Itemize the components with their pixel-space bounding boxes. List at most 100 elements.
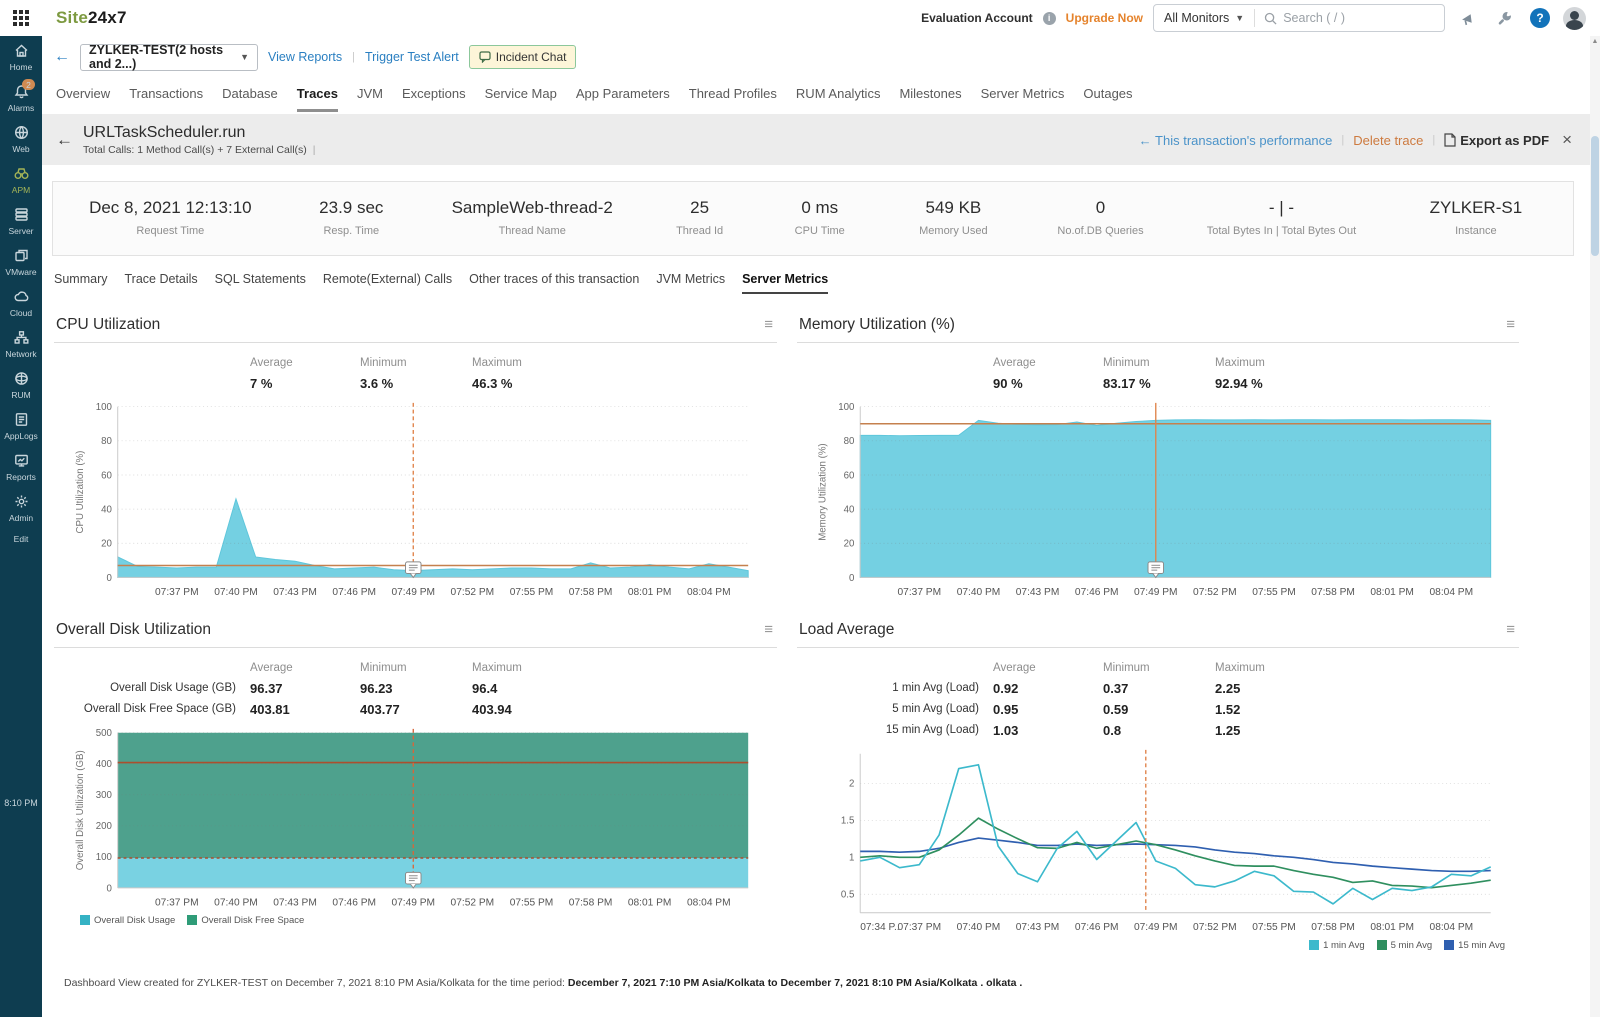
cpu-utilization-chart[interactable]: 0 20 40 60 80 100 07:37 PM 07:40 PM 07:43 PM 07:4… — [54, 397, 777, 603]
panel-menu-icon[interactable]: ≡ — [764, 622, 773, 637]
svg-text:07:37 PM: 07:37 PM — [898, 922, 942, 933]
tab-thread-profiles[interactable]: Thread Profiles — [689, 86, 777, 112]
monitor-select[interactable]: ZYLKER-TEST(2 hosts and 2...) ▼ — [80, 43, 258, 71]
subtab-jvm-metrics[interactable]: JVM Metrics — [656, 272, 725, 294]
svg-text:07:58 PM: 07:58 PM — [569, 897, 613, 908]
trace-back-arrow-icon[interactable]: ← — [56, 130, 73, 150]
info-icon[interactable]: i — [1042, 11, 1056, 25]
svg-text:07:55 PM: 07:55 PM — [1252, 922, 1296, 933]
sidebar-item-server[interactable]: Server — [0, 200, 42, 241]
load-average-chart[interactable]: 0.5 1 1.5 2 07:34 P..07:37 PM 07:40 PM 07:43 P… — [797, 744, 1519, 938]
svg-text:07:58 PM: 07:58 PM — [1311, 922, 1355, 933]
panel-title: CPU Utilization — [56, 316, 161, 333]
svg-text:100: 100 — [838, 402, 855, 413]
legend-item[interactable]: Overall Disk Usage — [80, 915, 175, 926]
svg-text:80: 80 — [844, 436, 855, 447]
trace-title: URLTaskScheduler.run — [83, 124, 246, 141]
sidebar-item-vmware[interactable]: VMware — [0, 241, 42, 282]
legend-item[interactable]: 1 min Avg — [1309, 940, 1365, 951]
site24x7-logo[interactable]: Site24x7 — [56, 8, 127, 28]
svg-text:07:43 PM: 07:43 PM — [273, 587, 317, 598]
subtab-sql-statements[interactable]: SQL Statements — [215, 272, 306, 294]
subtab-trace-details[interactable]: Trace Details — [124, 272, 197, 294]
view-reports-link[interactable]: View Reports — [268, 50, 342, 64]
tab-outages[interactable]: Outages — [1083, 86, 1132, 112]
tab-overview[interactable]: Overview — [56, 86, 110, 112]
logs-icon — [15, 413, 27, 426]
legend-item[interactable]: 15 min Avg — [1444, 940, 1505, 951]
panel-menu-icon[interactable]: ≡ — [1506, 622, 1515, 637]
export-pdf-link[interactable]: Export as PDF — [1444, 133, 1549, 148]
svg-text:400: 400 — [96, 759, 113, 770]
subtab-other-traces-of-this-transaction[interactable]: Other traces of this transaction — [469, 272, 639, 294]
metric-maximum: 2.25 — [1215, 680, 1241, 696]
sidebar-item-home[interactable]: Home — [0, 36, 42, 77]
announcement-icon[interactable] — [1455, 5, 1481, 31]
sidebar-item-apm[interactable]: APM — [0, 159, 42, 200]
sidebar: Home Alarms 2 Web APM Server VMware Cloud Networ… — [0, 36, 42, 1017]
subtab-server-metrics[interactable]: Server Metrics — [742, 272, 829, 294]
subtab-summary[interactable]: Summary — [54, 272, 107, 294]
legend-item[interactable]: 5 min Avg — [1376, 940, 1432, 951]
report-icon — [14, 454, 28, 467]
upgrade-now-link[interactable]: Upgrade Now — [1066, 11, 1143, 25]
user-avatar[interactable] — [1563, 6, 1586, 30]
tab-exceptions[interactable]: Exceptions — [402, 86, 466, 112]
trigger-test-alert-link[interactable]: Trigger Test Alert — [365, 50, 459, 64]
svg-text:07:55 PM: 07:55 PM — [510, 897, 554, 908]
tab-traces[interactable]: Traces — [296, 86, 338, 112]
disk-utilization-chart[interactable]: 0 100 200 300 400 500 07:37 PM 07:40 PM 07:43 PM… — [54, 723, 777, 913]
tab-app-parameters[interactable]: App Parameters — [576, 86, 670, 112]
scrollbar-thumb[interactable] — [1591, 136, 1599, 256]
col-header: Maximum — [472, 661, 522, 674]
search-input[interactable]: Search ( / ) — [1255, 11, 1444, 25]
svg-text:0.5: 0.5 — [841, 889, 854, 900]
sidebar-item-cloud[interactable]: Cloud — [0, 282, 42, 323]
sidebar-item-label: Home — [9, 62, 33, 72]
panel-menu-icon[interactable]: ≡ — [764, 317, 773, 332]
tab-transactions[interactable]: Transactions — [129, 86, 203, 112]
panel-menu-icon[interactable]: ≡ — [1506, 317, 1515, 332]
sidebar-item-web[interactable]: Web — [0, 118, 42, 159]
wrench-icon[interactable] — [1491, 5, 1517, 31]
sidebar-item-admin[interactable]: Admin — [0, 487, 42, 528]
gear-icon — [15, 495, 27, 508]
all-monitors-select[interactable]: All Monitors ▼ — [1154, 11, 1254, 25]
back-arrow-icon[interactable]: ← — [54, 48, 70, 66]
sidebar-item-label: Edit — [13, 534, 29, 544]
help-icon[interactable]: ? — [1527, 5, 1553, 31]
col-header: Maximum — [1215, 661, 1265, 674]
scroll-up-icon[interactable]: ▲ — [1590, 36, 1600, 48]
sidebar-item-rum[interactable]: RUM — [0, 364, 42, 405]
incident-chat-button[interactable]: Incident Chat — [468, 45, 577, 69]
app-grid-button[interactable] — [0, 0, 42, 36]
sidebar-item-network[interactable]: Network — [0, 323, 42, 364]
transaction-performance-link[interactable]: ← This transaction's performance — [1139, 133, 1333, 148]
svg-text:07:52 PM: 07:52 PM — [1193, 587, 1237, 598]
logo-part-24x7: 24x7 — [87, 8, 127, 27]
sidebar-item-alarms[interactable]: Alarms 2 — [0, 77, 42, 118]
sidebar-item-reports[interactable]: Reports — [0, 446, 42, 487]
stat-label: Thread Id — [676, 225, 724, 237]
svg-text:07:40 PM: 07:40 PM — [214, 897, 258, 908]
tab-server-metrics[interactable]: Server Metrics — [981, 86, 1065, 112]
sidebar-item-label: VMware — [5, 267, 37, 277]
tab-milestones[interactable]: Milestones — [899, 86, 961, 112]
delete-trace-link[interactable]: Delete trace — [1353, 133, 1423, 148]
tab-service-map[interactable]: Service Map — [485, 86, 557, 112]
memory-utilization-chart[interactable]: 0 20 40 60 80 100 07:37 PM 07:40 PM 07:43 PM 07:4… — [797, 397, 1519, 603]
close-icon[interactable]: × — [1562, 130, 1572, 150]
legend-item[interactable]: Overall Disk Free Space — [187, 915, 304, 926]
page-scrollbar[interactable]: ▲ — [1590, 36, 1600, 1017]
tab-rum-analytics[interactable]: RUM Analytics — [796, 86, 881, 112]
tab-database[interactable]: Database — [222, 86, 278, 112]
sidebar-item-edit[interactable]: Edit — [0, 528, 42, 549]
layers-icon — [14, 249, 28, 262]
charts-grid: CPU Utilization ≡ Average Minimum Maximum 7 … — [42, 294, 1590, 951]
rum-globe-icon — [14, 372, 28, 385]
sidebar-item-applogs[interactable]: AppLogs — [0, 405, 42, 446]
tab-jvm[interactable]: JVM — [357, 86, 383, 112]
svg-text:07:52 PM: 07:52 PM — [1193, 922, 1237, 933]
subtab-remote-external-calls[interactable]: Remote(External) Calls — [323, 272, 452, 294]
metric-average: 1.03 — [993, 722, 1019, 738]
